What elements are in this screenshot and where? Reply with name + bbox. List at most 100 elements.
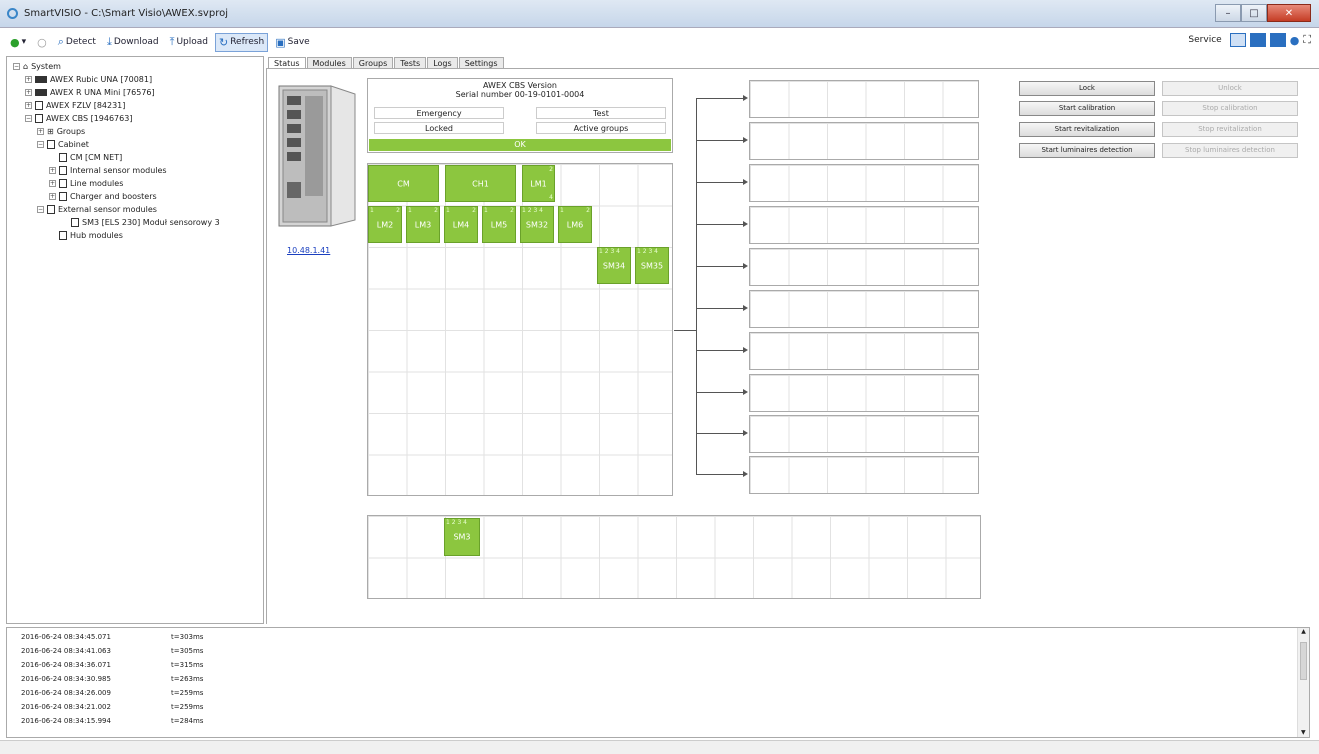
log-row: 2016-06-24 08:34:15.994 t=284ms [21,717,204,725]
stop-calibration-button[interactable]: Stop calibration [1162,101,1298,116]
line-grid [749,456,979,494]
arrow-icon [743,430,748,436]
cabinet-icon [47,140,55,149]
arrow-icon [743,347,748,353]
scroll-down-icon[interactable]: ▼ [1301,729,1306,736]
download-button[interactable]: ⤓ Download [103,32,163,52]
refresh-button[interactable]: ↻ Refresh [214,32,269,52]
maximize-button[interactable]: □ [1241,4,1267,22]
arrow-icon [743,179,748,185]
view-controls: Service ● ⛶ [1188,33,1311,47]
device-icon [35,89,47,96]
ok-status-bar: OK [369,139,671,151]
fullscreen-icon[interactable]: ⛶ [1303,33,1311,47]
start-revitalization-button[interactable]: Start revitalization [1019,122,1155,137]
status-bar [0,740,1319,754]
save-button[interactable]: ▣ Save [271,33,314,52]
upload-button[interactable]: ⤒ Upload [166,32,212,52]
title-bar: SmartVISIO - C:\Smart Visio\AWEX.svproj … [0,0,1319,28]
window-controls: – □ ✕ [1215,4,1311,22]
module-cm[interactable]: CM [368,165,439,202]
module-lm4[interactable]: 1 2 LM4 [444,206,478,243]
line-grid [749,164,979,202]
tree-item-cm[interactable]: CM [CM NET] [59,152,122,163]
ip-address-link[interactable]: 10.48.1.41 [287,246,330,255]
log-row: 2016-06-24 08:34:26.009 t=259ms [21,689,204,697]
remove-button[interactable]: ○ [33,33,51,52]
test-indicator: Test [536,107,666,119]
module-ch1[interactable]: CH1 [445,165,516,202]
device-icon [35,76,47,83]
branch-line [696,308,744,309]
log-row: 2016-06-24 08:34:41.063 t=305ms [21,647,204,655]
arrow-icon [743,263,748,269]
branch-line [696,224,744,225]
module-lm1[interactable]: 2 LM1 4 [522,165,555,202]
tree-item-cabinet[interactable]: − Cabinet [37,139,89,150]
module-lm3[interactable]: 1 2 LM3 [406,206,440,243]
module-lm6[interactable]: 1 2 LM6 [558,206,592,243]
detect-icon: ⌕ [57,35,64,48]
layout-split-icon[interactable] [1249,33,1266,47]
lock-button[interactable]: Lock [1019,81,1155,96]
start-calibration-button[interactable]: Start calibration [1019,101,1155,116]
module-sm34[interactable]: 1 2 3 4 SM34 [597,247,631,284]
tree-item-line-modules[interactable]: + Line modules [49,178,123,189]
stop-luminaires-detection-button[interactable]: Stop luminaires detection [1162,143,1298,158]
add-icon: ● [10,35,20,49]
module-icon [59,231,67,240]
branch-line [696,350,744,351]
module-sm35[interactable]: 1 2 3 4 SM35 [635,247,669,284]
tree-item-groups[interactable]: + ⊞ Groups [37,126,85,137]
tree-item-device[interactable]: − AWEX CBS [1946763] [25,113,132,124]
arrow-icon [743,95,748,101]
scroll-thumb[interactable] [1300,642,1307,680]
detect-button[interactable]: ⌕ Detect [54,32,100,52]
layout-grid-icon[interactable] [1229,33,1246,47]
log-row: 2016-06-24 08:34:30.985 t=263ms [21,675,204,683]
tree-item-external-sensors[interactable]: − External sensor modules [37,204,157,215]
close-button[interactable]: ✕ [1267,4,1311,22]
tree-item-device[interactable]: + AWEX R UNA Mini [76576] [25,87,155,98]
line-grid [749,206,979,244]
tree-item-device[interactable]: + AWEX FZLV [84231] [25,100,125,111]
start-luminaires-detection-button[interactable]: Start luminaires detection [1019,143,1155,158]
serial-number: Serial number 00-19-0101-0004 [455,90,585,99]
arrow-icon [743,389,748,395]
groups-icon: ⊞ [47,127,54,136]
tree-item-system[interactable]: − ⌂ System [13,61,61,72]
tree-item-chargers[interactable]: + Charger and boosters [49,191,157,202]
device-version: AWEX CBS Version [483,81,557,90]
tree-item-hub-modules[interactable]: Hub modules [59,230,123,241]
module-icon [59,192,67,201]
device-icon [35,114,43,123]
device-icon [35,101,43,110]
log-row: 2016-06-24 08:34:36.071 t=315ms [21,661,204,669]
scroll-up-icon[interactable]: ▲ [1298,628,1309,635]
log-scrollbar[interactable]: ▲ ▼ [1297,628,1309,737]
minimize-button[interactable]: – [1215,4,1241,22]
unlock-button[interactable]: Unlock [1162,81,1298,96]
download-icon: ⤓ [106,35,112,48]
locked-indicator: Locked [374,122,504,134]
device-info-panel: AWEX CBS Version Serial number 00-19-010… [367,78,673,153]
module-lm5[interactable]: 1 2 LM5 [482,206,516,243]
add-button[interactable]: ● ▾ [6,33,30,52]
module-sm3[interactable]: 1 2 3 4 SM3 [444,518,480,556]
help-icon[interactable]: ● [1290,34,1300,47]
connector-line [674,330,696,331]
tree-item-sm3[interactable]: SM3 [ELS 230] Moduł sensorowy 3 [71,217,220,228]
system-tree: − ⌂ System + AWEX Rubic UNA [70081] + AWEX R… [6,56,264,624]
module-sm32[interactable]: 1 2 3 4 SM32 [520,206,554,243]
line-grid [749,122,979,160]
stop-revitalization-button[interactable]: Stop revitalization [1162,122,1298,137]
tree-item-internal-sensors[interactable]: + Internal sensor modules [49,165,167,176]
home-icon: ⌂ [23,62,29,71]
module-icon [47,205,55,214]
layout-full-icon[interactable] [1269,33,1286,47]
module-lm2[interactable]: 1 2 LM2 [368,206,402,243]
service-label[interactable]: Service [1188,35,1221,45]
line-grid [749,248,979,286]
tree-item-device[interactable]: + AWEX Rubic UNA [70081] [25,74,152,85]
line-grid [749,374,979,412]
